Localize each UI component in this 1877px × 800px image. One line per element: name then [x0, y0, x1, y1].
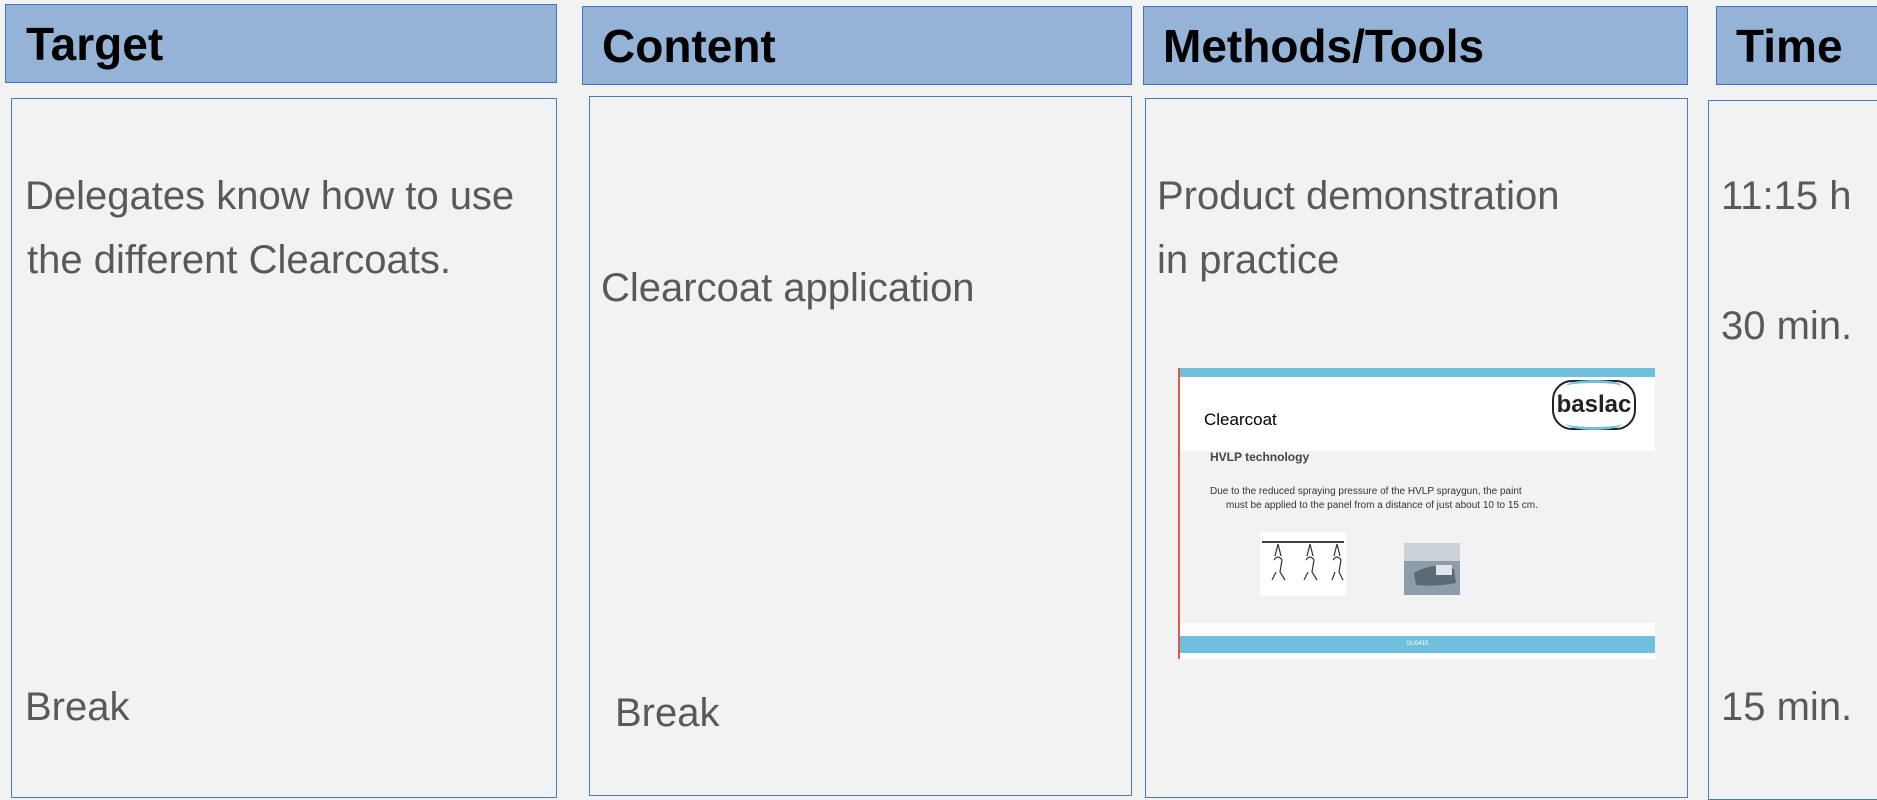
time-duration: 30 min. [1721, 304, 1853, 348]
slide-top-bar [1178, 368, 1655, 377]
target-objective-line2: the different Clearcoats. [27, 238, 451, 282]
slide-text-line2: must be applied to the panel from a dist… [1226, 500, 1538, 511]
content-break: Break [615, 691, 720, 735]
target-objective-line1: Delegates know how to use [25, 174, 515, 218]
header-target: Target [5, 4, 557, 83]
slide-text-line1: Due to the reduced spraying pressure of … [1210, 486, 1522, 497]
slide-title: Clearcoat [1204, 410, 1277, 429]
baslac-logo: baslac [1552, 380, 1636, 430]
target-break: Break [25, 685, 130, 729]
spraygun-photo [1404, 543, 1460, 595]
slide-footer: 01/0415 [1180, 636, 1655, 653]
header-content: Content [582, 6, 1132, 85]
time-start: 11:15 h [1721, 174, 1852, 218]
header-time: Time [1716, 6, 1877, 85]
slide-subtitle: HVLP technology [1210, 450, 1310, 464]
time-break: 15 min. [1721, 685, 1853, 729]
slide-text: Due to the reduced spraying pressure of … [1210, 485, 1538, 513]
slide-left-line [1178, 368, 1180, 659]
methods-line1: Product demonstration [1157, 174, 1560, 218]
content-topic: Clearcoat application [601, 266, 975, 310]
slide-body [1180, 451, 1655, 623]
header-methods-tools: Methods/Tools [1143, 6, 1688, 85]
spray-distance-illustration [1260, 532, 1346, 596]
methods-line2: in practice [1157, 238, 1340, 282]
slide-thumbnail: Clearcoat baslac HVLP technology Due to … [1178, 368, 1655, 659]
